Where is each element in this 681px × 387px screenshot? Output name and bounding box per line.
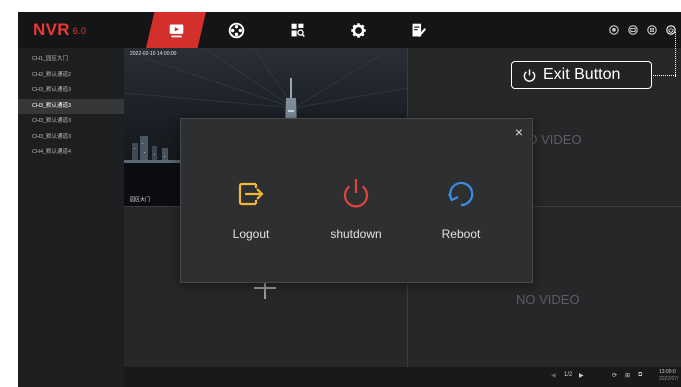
no-video-label: NO VIDEO — [516, 292, 580, 307]
playback-icon — [228, 22, 244, 38]
channel-item[interactable]: CH3_默认通道3 — [18, 98, 124, 114]
callout-connector — [675, 32, 676, 77]
logout-label: Logout — [232, 227, 270, 241]
next-page-icon[interactable]: ▶ — [579, 372, 584, 379]
callout-connector — [653, 75, 676, 76]
fullscreen-icon[interactable]: ⧉ — [638, 372, 642, 379]
power-icon — [523, 68, 536, 82]
clock-date: 2022/07/ — [659, 376, 679, 382]
grid-layout-icon[interactable]: ⊞ — [625, 372, 630, 379]
power-dialog: × Logout shutdown Reboot — [180, 118, 533, 283]
reboot-icon — [448, 181, 474, 207]
clock: 13:00:0 2022/07/ — [659, 369, 678, 383]
channel-sidebar: CH1_园区大门 CH2_默认通道2 CH3_默认通道3 CH3_默认通道3 C… — [18, 48, 124, 387]
exit-button-callout: Exit Button — [511, 61, 652, 89]
alarm-icon — [609, 25, 619, 35]
reboot-button[interactable]: Reboot — [426, 175, 496, 241]
channel-item[interactable]: CH3_默认通道3 — [18, 83, 124, 99]
clock-time: 13:00:0 — [659, 369, 676, 375]
tab-edit[interactable] — [388, 12, 448, 48]
camera-name: 园区大门 — [130, 197, 151, 203]
page-indicator: 1/2 — [564, 372, 573, 378]
tab-settings[interactable] — [328, 12, 388, 48]
layout-button[interactable] — [646, 24, 658, 36]
tab-file-search[interactable] — [267, 12, 327, 48]
channel-item[interactable]: CH3_默认通道3 — [18, 130, 124, 146]
layout-icon — [647, 25, 657, 35]
channel-item[interactable]: CH3_默认通道3 — [18, 114, 124, 130]
channel-item[interactable]: CH4_默认通道4 — [18, 145, 124, 161]
logout-button[interactable]: Logout — [216, 175, 286, 241]
power-icon — [343, 179, 369, 208]
reboot-label: Reboot — [441, 227, 481, 241]
nvr-logo: NVR 6.0 — [33, 20, 87, 39]
callout-label: Exit Button — [543, 66, 621, 83]
bottom-bar: ◀ 1/2 ▶ ⟳ ⊞ ⧉ 13:00:0 2022/07/ — [124, 367, 681, 387]
tab-live-view[interactable] — [146, 12, 206, 48]
shutdown-label: shutdown — [330, 227, 382, 241]
device-icon — [628, 25, 638, 35]
file-search-icon — [291, 23, 305, 37]
device-button[interactable] — [627, 24, 639, 36]
settings-icon — [350, 22, 366, 38]
logout-icon — [238, 182, 264, 206]
prev-page-icon[interactable]: ◀ — [551, 372, 556, 379]
top-bar: NVR 6.0 — [18, 12, 681, 48]
camera-timestamp: 2022-02-10 14:00:00 — [130, 51, 177, 57]
alarm-button[interactable] — [608, 24, 620, 36]
live-view-icon — [169, 24, 183, 37]
channel-item[interactable]: CH1_园区大门 — [18, 52, 124, 68]
tab-playback[interactable] — [206, 12, 266, 48]
shutdown-button[interactable]: shutdown — [321, 175, 391, 241]
edit-icon — [412, 23, 426, 37]
channel-item[interactable]: CH2_默认通道2 — [18, 68, 124, 84]
close-icon[interactable]: × — [512, 125, 526, 139]
refresh-icon[interactable]: ⟳ — [612, 372, 617, 379]
